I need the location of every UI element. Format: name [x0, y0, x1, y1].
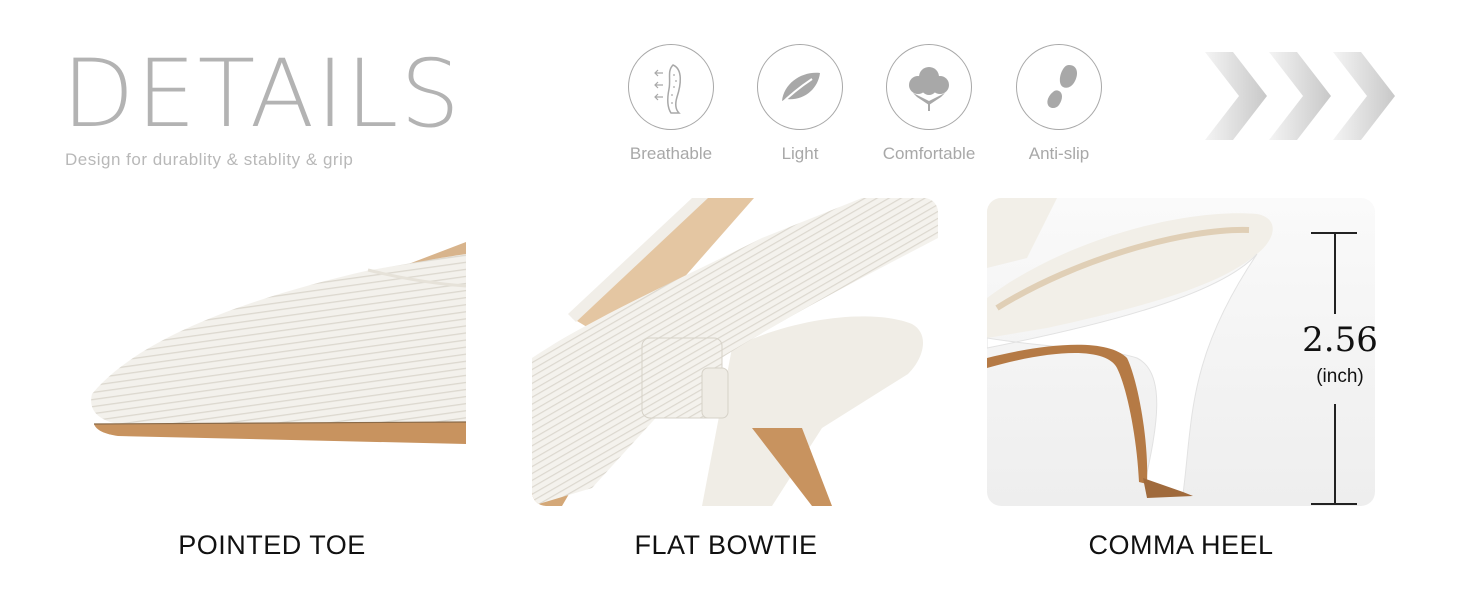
heel-height-value: 2.56	[1302, 320, 1378, 360]
feature-label: Anti-slip	[1028, 144, 1090, 163]
page-subtitle: Design for durablity & stablity & grip	[65, 150, 354, 169]
feature-breathable: Breathable	[616, 44, 726, 164]
caption-comma-heel: COMMA HEEL	[1088, 530, 1274, 560]
page-title: DETAILS	[62, 40, 462, 149]
chevron-right-icon	[1205, 52, 1395, 140]
feature-label: Comfortable	[882, 144, 976, 163]
feature-comfortable: Comfortable	[874, 44, 984, 164]
leaf-icon	[757, 44, 843, 130]
heel-height-measure: 2.56 (inch)	[1290, 232, 1390, 505]
breathable-icon	[628, 44, 714, 130]
heel-height-unit: (inch)	[1316, 366, 1364, 387]
measure-line-top	[1334, 232, 1336, 314]
feature-label: Breathable	[629, 144, 713, 163]
feature-label: Light	[781, 144, 819, 163]
feature-light: Light	[745, 44, 855, 164]
caption-pointed-toe: POINTED TOE	[178, 530, 366, 560]
pointed-toe-photo	[78, 198, 466, 506]
caption-flat-bowtie: FLAT BOWTIE	[634, 530, 818, 560]
measure-tick-bottom	[1311, 503, 1357, 505]
cotton-icon	[886, 44, 972, 130]
footprint-icon	[1016, 44, 1102, 130]
flat-bowtie-photo	[532, 198, 938, 506]
feature-anti-slip: Anti-slip	[1004, 44, 1114, 164]
measure-line-bottom	[1334, 404, 1336, 504]
